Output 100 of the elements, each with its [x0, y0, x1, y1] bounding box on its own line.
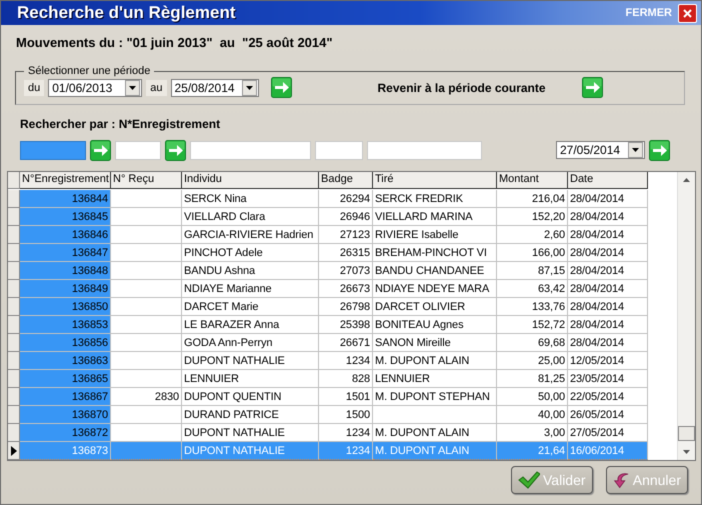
table-cell: 1234 — [319, 442, 373, 460]
grid-corner — [8, 172, 20, 189]
table-cell: VIELLARD MARINA — [373, 208, 497, 226]
table-cell: 63,42 — [497, 280, 568, 298]
table-cell: SANON Mireille — [373, 334, 497, 352]
table-cell: 26673 — [319, 280, 373, 298]
table-cell: 136870 — [20, 406, 111, 424]
table-cell: M. DUPONT ALAIN — [373, 352, 497, 370]
from-label: du — [24, 80, 44, 96]
table-cell: 87,15 — [497, 262, 568, 280]
table-cell: 26946 — [319, 208, 373, 226]
table-cell: 16/06/2014 — [568, 442, 648, 460]
reset-period-label: Revenir à la période courante — [378, 80, 547, 94]
table-cell: 27123 — [319, 226, 373, 244]
table-cell: DARCET OLIVIER — [373, 298, 497, 316]
table-cell: 152,20 — [497, 208, 568, 226]
date-dropdown[interactable]: 27/05/2014 — [556, 141, 645, 159]
table-cell: DURAND PATRICE — [182, 406, 319, 424]
table-cell: 12/05/2014 — [568, 352, 648, 370]
table-cell: 81,25 — [497, 370, 568, 388]
table-cell: BONITEAU Agnes — [373, 316, 497, 334]
table-cell: 21,64 — [497, 442, 568, 460]
table-cell: 2,60 — [497, 226, 568, 244]
table-cell: 28/04/2014 — [568, 280, 648, 298]
column-header[interactable]: Badge — [319, 172, 373, 189]
table-cell: 152,72 — [497, 316, 568, 334]
table-cell: LENNUIER — [182, 370, 319, 388]
column-header[interactable]: Individu — [182, 172, 319, 189]
table-cell: 136863 — [20, 352, 111, 370]
table-cell: PINCHOT Adele — [182, 244, 319, 262]
table-cell: VIELLARD Clara — [182, 208, 319, 226]
table-cell: NDIAYE NDEYE MARA — [373, 280, 497, 298]
table-cell: 216,04 — [497, 190, 568, 208]
table-cell: 2830 — [111, 388, 182, 406]
table-cell: GODA Ann-Perryn — [182, 334, 319, 352]
date-dropdown[interactable]: 25/08/2014 — [170, 78, 258, 96]
table-cell: 27073 — [319, 262, 373, 280]
table-cell: BREHAM-PINCHOT VI — [373, 244, 497, 262]
search-field[interactable] — [190, 140, 311, 160]
column-header[interactable]: N°Enregistrement — [20, 172, 111, 189]
table-cell: 28/04/2014 — [568, 244, 648, 262]
period-summary: Mouvements du : "01 juin 2013" au "25 août 2014" — [15, 34, 334, 52]
table-cell: SERCK Nina — [182, 190, 319, 208]
table-cell: 136873 — [20, 442, 111, 460]
search-label: Rechercher par : N*Enregistrement — [19, 116, 222, 133]
table-cell: 136853 — [20, 316, 111, 334]
scrollbar[interactable] — [677, 172, 695, 460]
table-cell: 26294 — [319, 190, 373, 208]
search-field[interactable] — [367, 140, 482, 160]
table-cell: 1500 — [319, 406, 373, 424]
search-field[interactable] — [20, 140, 86, 160]
search-field[interactable] — [115, 140, 161, 160]
table-cell: DUPONT QUENTIN — [182, 388, 319, 406]
table-cell: 136848 — [20, 262, 111, 280]
table-cell: 136872 — [20, 424, 111, 442]
table-cell: 28/04/2014 — [568, 190, 648, 208]
close-icon[interactable] — [678, 4, 697, 22]
table-cell: 133,76 — [497, 298, 568, 316]
table-cell — [111, 226, 182, 244]
to-label: au — [146, 80, 166, 96]
table-cell: 1234 — [319, 352, 373, 370]
table-cell: 28/04/2014 — [568, 208, 648, 226]
table-cell: NDIAYE Marianne — [182, 280, 319, 298]
table-cell: 22/05/2014 — [568, 388, 648, 406]
table-cell — [111, 280, 182, 298]
table-cell: 26671 — [319, 334, 373, 352]
table-cell — [111, 406, 182, 424]
window-title: Recherche d'un Règlement — [17, 3, 236, 23]
table-cell — [111, 334, 182, 352]
table-cell: SERCK FREDRIK — [373, 190, 497, 208]
table-cell: RIVIERE Isabelle — [373, 226, 497, 244]
column-header[interactable]: Montant — [497, 172, 568, 189]
table-cell: 136867 — [20, 388, 111, 406]
column-header[interactable]: N° Reçu — [111, 172, 182, 189]
table-cell: LENNUIER — [373, 370, 497, 388]
current-row-icon — [10, 446, 16, 456]
column-header[interactable]: Tiré — [373, 172, 497, 189]
table-cell — [111, 352, 182, 370]
table-cell: 28/04/2014 — [568, 262, 648, 280]
column-header[interactable]: Date — [568, 172, 648, 189]
scroll-thumb[interactable] — [678, 426, 695, 441]
table-cell — [111, 442, 182, 460]
row-indicator[interactable] — [8, 442, 20, 460]
table-cell: 136849 — [20, 280, 111, 298]
table-cell: 828 — [319, 370, 373, 388]
table-cell — [111, 370, 182, 388]
date-dropdown[interactable]: 01/06/2013 — [48, 78, 142, 96]
table-cell: DARCET Marie — [182, 298, 319, 316]
checkmark-icon — [518, 471, 540, 489]
table-cell: 23/05/2014 — [568, 370, 648, 388]
table-cell: DUPONT NATHALIE — [182, 352, 319, 370]
table-cell: 25,00 — [497, 352, 568, 370]
table-cell: DUPONT NATHALIE — [182, 442, 319, 460]
table-cell: 26/05/2014 — [568, 406, 648, 424]
table-cell: M. DUPONT STEPHAN — [373, 388, 497, 406]
table-cell: 40,00 — [497, 406, 568, 424]
search-field[interactable] — [315, 140, 363, 160]
table-cell: 136850 — [20, 298, 111, 316]
table-cell — [111, 316, 182, 334]
table-cell — [111, 244, 182, 262]
